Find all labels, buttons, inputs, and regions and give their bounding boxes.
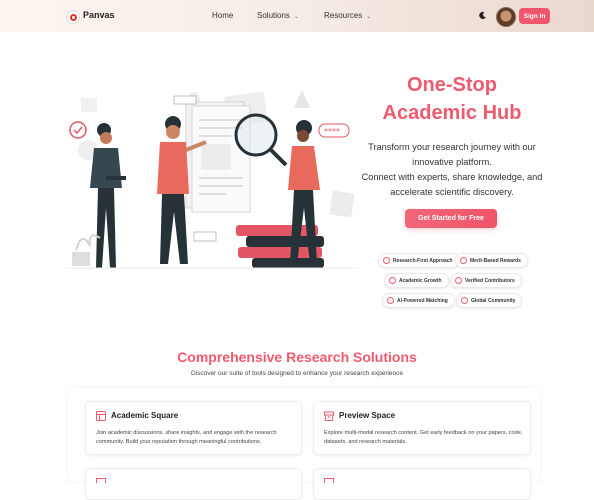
nav-home-label: Home — [212, 11, 234, 20]
layout-icon — [96, 411, 106, 421]
feature-chip: Merit-Based Rewards — [455, 253, 528, 268]
feature-chip: Verified Contributors — [450, 273, 522, 288]
moon-icon[interactable] — [478, 11, 487, 20]
feature-label: AI-Powered Matching — [397, 297, 448, 304]
hero-desc-line: accelerate scientific discovery. — [390, 187, 514, 197]
hero-desc-line: innovative platform. — [412, 157, 492, 167]
brand-name[interactable]: Panvas — [83, 10, 115, 20]
hero-desc-line: Connect with experts, share knowledge, a… — [361, 172, 543, 182]
feature-label: Merit-Based Rewards — [470, 257, 521, 264]
nav-home[interactable]: Home — [212, 11, 233, 20]
chevron-down-icon: ⌄ — [366, 14, 372, 20]
solutions-panel: Academic Square Join academic discussion… — [68, 388, 540, 500]
section-subtitle: Discover our suite of tools designed to … — [190, 370, 404, 377]
chevron-down-icon: ⌄ — [293, 14, 299, 20]
globe-icon — [461, 297, 468, 304]
nav-resources-label: Resources — [324, 11, 363, 20]
hero-description: Transform your research journey with our… — [352, 140, 552, 200]
card-title: Academic Square — [111, 411, 179, 420]
feature-chip: Global Community — [456, 293, 523, 308]
feature-chip: Research-First Approach — [378, 253, 460, 268]
get-started-button[interactable]: Get Started for Free — [405, 209, 497, 228]
hero-illustration: **** — [66, 90, 358, 269]
nav-resources[interactable]: Resources ⌄ — [324, 11, 371, 20]
target-icon — [383, 257, 390, 264]
solution-card[interactable] — [313, 468, 531, 500]
nav-solutions[interactable]: Solutions ⌄ — [257, 11, 299, 20]
feature-label: Global Community — [471, 297, 516, 304]
panvas-logo-icon[interactable] — [66, 10, 80, 24]
card-description: Explore multi-modal research content. Ge… — [324, 430, 523, 445]
avatar[interactable] — [496, 7, 516, 27]
solution-card[interactable] — [85, 468, 302, 500]
academic-square-card[interactable]: Academic Square Join academic discussion… — [85, 401, 302, 455]
feature-label: Verified Contributors — [465, 277, 515, 284]
trend-icon — [389, 277, 396, 284]
rating-badge: **** — [324, 127, 340, 136]
medal-icon — [460, 257, 467, 264]
feature-label: Research-First Approach — [393, 257, 453, 264]
section-title: Comprehensive Research Solutions — [177, 349, 417, 365]
hero-title-line1: One-Stop — [407, 74, 497, 96]
chip-icon — [387, 297, 394, 304]
card-description: Join academic discussions, share insight… — [96, 430, 277, 445]
hero-title-line2: Academic Hub — [382, 102, 522, 124]
shield-icon — [455, 277, 462, 284]
hero-desc-line: Transform your research journey with our — [368, 142, 536, 152]
nav-solutions-label: Solutions — [257, 11, 290, 20]
feature-chip: Academic Growth — [384, 273, 449, 288]
feature-label: Academic Growth — [399, 277, 442, 284]
feature-chip: AI-Powered Matching — [382, 293, 455, 308]
archive-icon — [324, 411, 334, 421]
sign-in-button[interactable]: Sign In — [519, 8, 550, 24]
card-title: Preview Space — [339, 411, 396, 420]
top-navbar: Panvas Home Solutions ⌄ Resources ⌄ Sign I… — [0, 0, 594, 32]
preview-space-card[interactable]: Preview Space Explore multi-modal resear… — [313, 401, 531, 455]
